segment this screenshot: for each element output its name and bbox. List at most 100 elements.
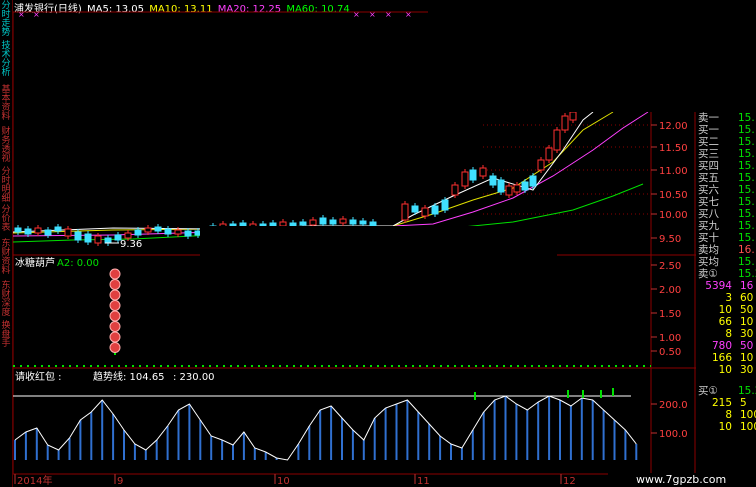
order-book-panel: 卖一 15. 买一 15. 买二 15. 买三 15. 买四 15. 买五 15. 买六 15. 买七 15.… — [696, 108, 756, 487]
order-price: 15. — [738, 124, 755, 136]
watermark: www.7gpzb.com — [608, 473, 756, 487]
order-row: 买均 15. — [696, 256, 756, 268]
haw-ball — [109, 300, 121, 311]
order-price: 15. — [738, 256, 755, 268]
order-label: 买五 — [698, 172, 719, 184]
order-row: 买八 15. — [696, 208, 756, 220]
candle-body — [561, 115, 569, 131]
candle-body — [299, 221, 307, 226]
sidebar-tab-7[interactable]: 东财深度 — [0, 282, 12, 318]
sidebar-tab-8[interactable]: 换盘手 — [0, 322, 12, 349]
candle-body — [553, 129, 561, 151]
haw-ball — [109, 289, 121, 301]
ma5-line — [13, 111, 594, 233]
volume-value: 100 — [740, 409, 756, 421]
sidebar-tab-1[interactable]: 技术分析 — [0, 42, 12, 78]
volume-value: 10 — [740, 316, 754, 328]
bottom-row: 买① 15.2 — [696, 385, 756, 397]
indicator2-title: 请收红包 : — [15, 370, 62, 383]
sidebar-tab-2[interactable]: 基本资料 — [0, 86, 12, 122]
volume-value: 166 — [711, 352, 732, 364]
volume-value: 66 — [718, 316, 732, 328]
x-tick-label: 10 — [277, 476, 290, 487]
y-tick-label: 9.50 — [659, 234, 681, 245]
candle-body — [84, 233, 92, 243]
volume-value: 10 — [718, 304, 732, 316]
volume-value: 30 — [740, 328, 754, 340]
x-tick-label: 11 — [417, 476, 430, 487]
order-price: 15. — [738, 196, 755, 208]
order-price: 15. — [738, 220, 755, 232]
order-label: 买七 — [698, 196, 719, 208]
candle-body — [124, 232, 132, 239]
sidebar-tab-0[interactable]: 分时走势 — [0, 2, 12, 38]
volume-row: 166 10 — [696, 352, 756, 364]
candle-body — [461, 171, 469, 187]
candle-body — [569, 111, 577, 121]
order-price: 15. — [738, 208, 755, 220]
y-tick-label: 11.00 — [659, 166, 688, 177]
sidebar-tab-4[interactable]: 分时明细 — [0, 168, 12, 204]
volume-value: 780 — [711, 340, 732, 352]
candle-body — [174, 229, 182, 235]
candle-body — [339, 218, 347, 224]
y-tick-label: 2.00 — [659, 285, 681, 296]
y-tick-label: 1.50 — [659, 309, 681, 320]
volume-row: 10 30 — [696, 364, 756, 376]
candle-body — [497, 179, 505, 193]
candle-body — [34, 227, 42, 234]
candle-body — [537, 159, 545, 171]
candle-body — [479, 167, 487, 177]
y-tick-label: 200.0 — [659, 400, 688, 411]
candle-body — [431, 205, 439, 215]
haw-ball — [109, 342, 121, 353]
order-price: 15. — [738, 112, 755, 124]
watermark-text: www.7gpzb.com — [636, 473, 727, 486]
ma10-line — [13, 111, 614, 234]
bottom-row: 215 5 — [696, 397, 756, 409]
haw-ball — [109, 268, 121, 280]
order-row: 买二 15. — [696, 136, 756, 148]
x-tick-label: 9 — [117, 476, 123, 487]
candle-body — [401, 203, 409, 221]
haw-ball — [109, 321, 121, 332]
order-row: 买四 15. — [696, 160, 756, 172]
order-row: 买十 15. — [696, 232, 756, 244]
candle-body — [545, 147, 553, 161]
candle-body — [144, 227, 152, 233]
order-label: 卖均 — [698, 244, 719, 256]
sidebar-tab-5[interactable]: 分价表 — [0, 206, 12, 233]
candle-body — [521, 181, 529, 191]
candle-body — [489, 175, 497, 186]
sidebar-tab-3[interactable]: 财务透视 — [0, 128, 12, 164]
candle-body — [134, 229, 142, 236]
haw-ball — [109, 279, 121, 290]
x-tick-label: 12 — [563, 476, 576, 487]
candle-body — [14, 227, 22, 233]
volume-value: 5 — [740, 397, 747, 409]
order-price: 15. — [738, 160, 755, 172]
candle-body — [319, 217, 327, 225]
y-tick-label: 100.0 — [659, 429, 688, 440]
order-label: 买九 — [698, 220, 719, 232]
indicator2-line — [14, 395, 637, 461]
candle-body — [469, 169, 477, 181]
y-tick-label: 10.00 — [659, 210, 688, 221]
candle-body — [64, 228, 72, 237]
volume-value: 30 — [740, 364, 754, 376]
order-label: 买一 — [698, 124, 719, 136]
order-row: 卖一 15. — [696, 112, 756, 124]
order-price: 16. — [738, 244, 755, 256]
covered-area — [200, 226, 557, 260]
candle-body — [513, 184, 521, 193]
order-row: 买七 15. — [696, 196, 756, 208]
sidebar-tab-6[interactable]: 东财资料 — [0, 240, 12, 276]
y-tick-label: 2.50 — [659, 261, 681, 272]
order-row: 买一 15. — [696, 124, 756, 136]
volume-row: 66 10 — [696, 316, 756, 328]
volume-value: 8 — [725, 409, 732, 421]
volume-value: 10 — [740, 352, 754, 364]
candle-body — [164, 228, 172, 235]
order-row: 卖均 16. — [696, 244, 756, 256]
candle-body — [421, 207, 429, 217]
